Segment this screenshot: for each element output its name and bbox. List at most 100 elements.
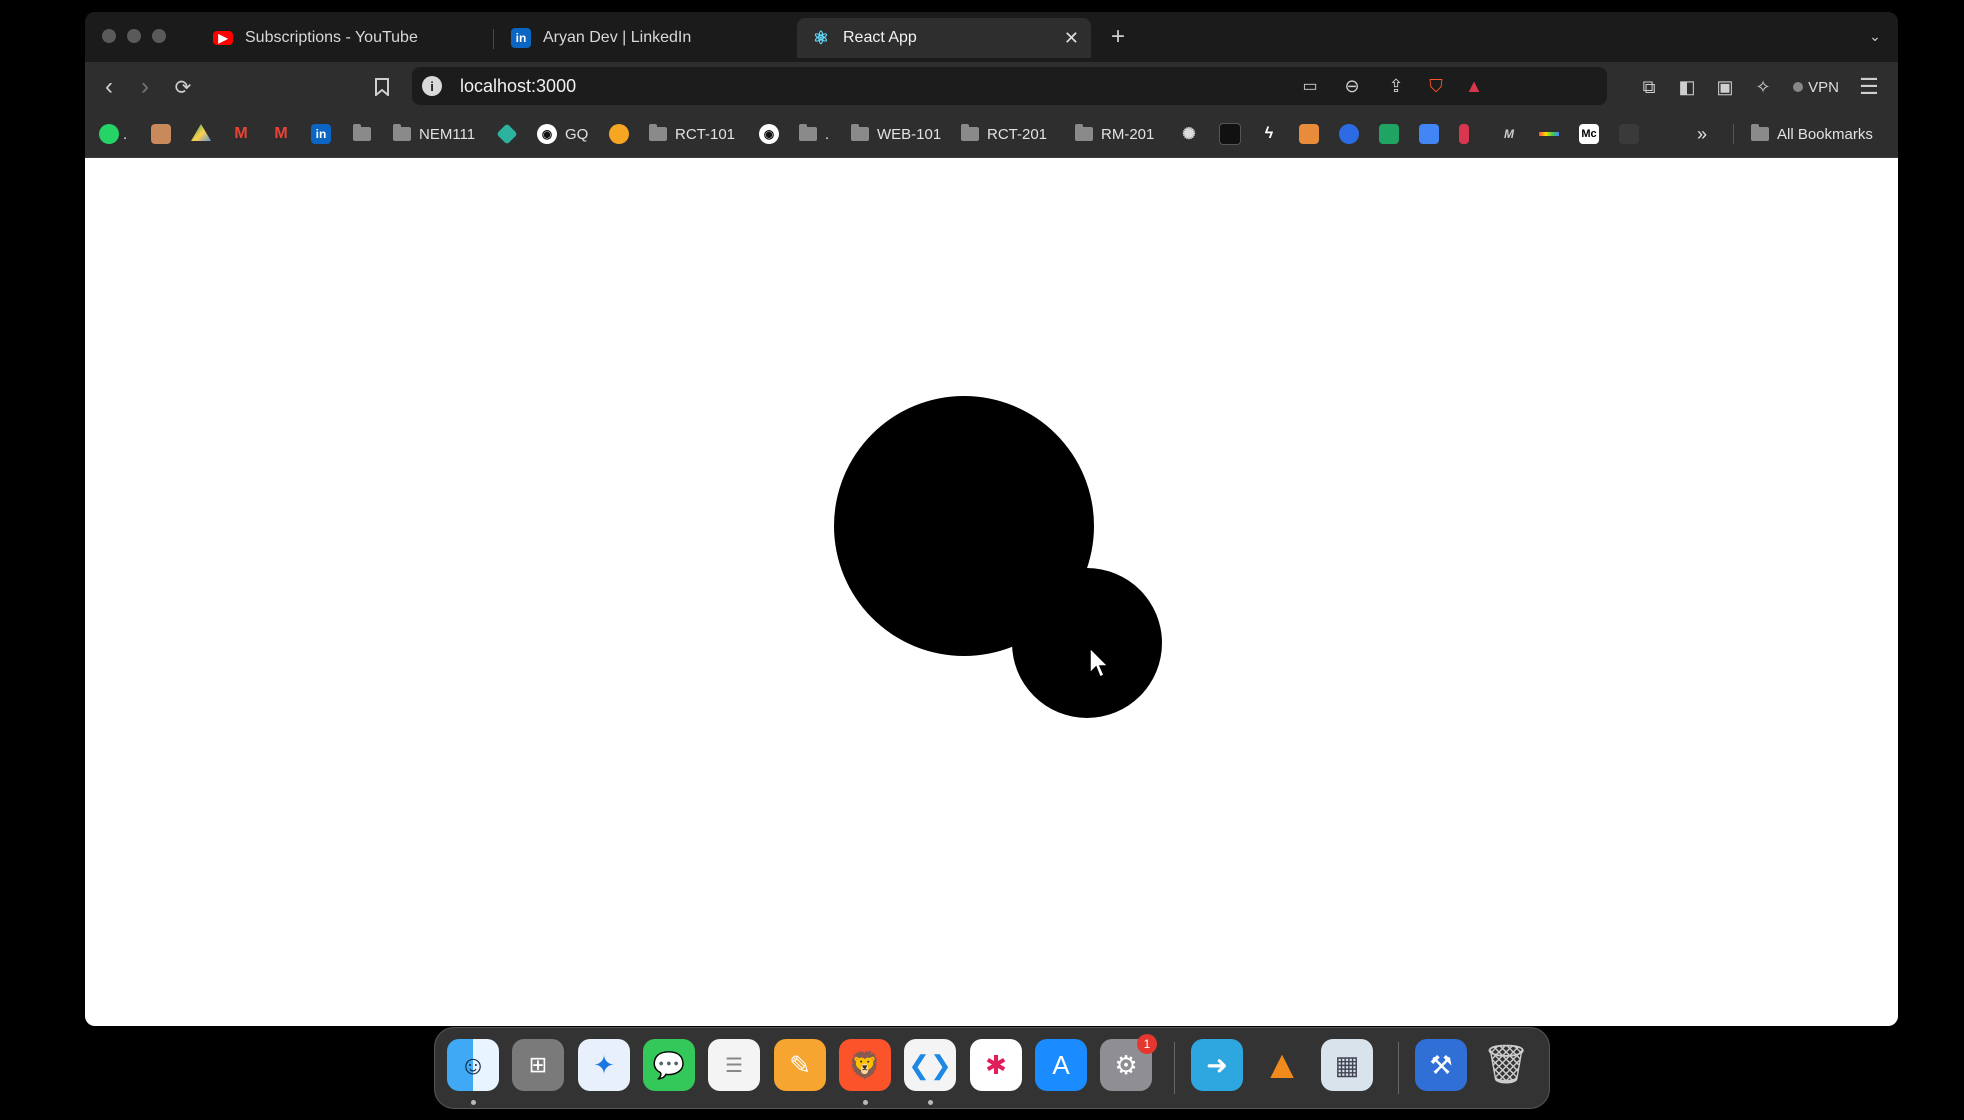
red-bookmark-icon <box>1459 124 1469 144</box>
extensions-icon[interactable]: ⧉ <box>1637 74 1661 100</box>
minimize-window-button[interactable] <box>127 29 141 43</box>
bookmark-label: . <box>825 125 830 143</box>
bookmark-folder-dot[interactable]: . <box>799 122 829 146</box>
bookmark-box[interactable] <box>1299 122 1319 146</box>
react-icon: ⚛ <box>812 27 830 48</box>
slack-icon[interactable]: ✱ <box>970 1039 1022 1091</box>
youtube-icon: ▶ <box>213 31 233 45</box>
tab-react-app[interactable]: ⚛ React App ✕ <box>797 18 1091 58</box>
bookmark-page-icon[interactable] <box>370 74 394 100</box>
sidebar-icon[interactable]: ◧ <box>1675 74 1699 100</box>
new-tab-button[interactable]: + <box>1105 23 1131 50</box>
wallet-icon[interactable]: ▣ <box>1713 74 1737 100</box>
trash-icon[interactable]: 🗑 <box>1480 1039 1532 1091</box>
share-icon[interactable]: ⇪ <box>1384 75 1408 97</box>
bookmark-blue-badge[interactable] <box>1339 122 1359 146</box>
vlc-icon[interactable]: ▲ <box>1256 1039 1308 1091</box>
bookmark-colorbar[interactable] <box>1539 122 1559 146</box>
address-bar[interactable]: i localhost:3000 ▭ ⊖ ⇪ ⛉ ▲ <box>412 67 1607 105</box>
bookmark-gmail-1[interactable]: M <box>231 122 251 146</box>
bookmark-m-italic[interactable]: M <box>1499 122 1519 146</box>
bookmark-folder[interactable] <box>353 122 379 146</box>
forward-arrow-icon[interactable]: › <box>133 73 157 100</box>
folder-icon <box>851 124 869 141</box>
folder-icon <box>649 124 667 141</box>
reload-icon[interactable]: ⟳ <box>171 74 195 100</box>
leo-ai-icon[interactable]: ✧ <box>1751 74 1775 100</box>
bookmark-label: WEB-101 <box>877 125 942 143</box>
bookmark-chatgpt[interactable]: ✺ <box>1179 122 1199 146</box>
safari-icon[interactable]: ✦ <box>578 1039 630 1091</box>
macos-dock: ☺ ⊞ ✦ 💬 ☰ ✎ 🦁 ❮❯ ✱ A ⚙ 1 ➜ ▲ ▦ ⚒ 🗑 <box>434 1027 1550 1109</box>
bookmark-terminal[interactable] <box>1219 122 1241 146</box>
vpn-button[interactable]: VPN <box>1789 74 1843 100</box>
cast-icon[interactable]: ▭ <box>1298 75 1322 97</box>
folder-icon <box>1751 124 1769 141</box>
tab-label: Subscriptions - YouTube <box>245 29 418 46</box>
vpn-status-icon <box>1793 82 1804 92</box>
bookmark-bolt[interactable]: ϟ <box>1259 122 1279 146</box>
tab-label: React App <box>843 29 917 46</box>
bookmark-folder-nem111[interactable]: NEM111 <box>393 122 475 146</box>
page-viewport <box>85 158 1898 1026</box>
notification-badge: 1 <box>1137 1034 1157 1054</box>
terminal-icon <box>1219 123 1241 145</box>
launchpad-icon[interactable]: ⊞ <box>512 1039 564 1091</box>
preview-icon[interactable]: ▦ <box>1321 1039 1373 1091</box>
brave-icon[interactable]: 🦁 <box>839 1039 891 1091</box>
cursor-follower-circle[interactable] <box>1012 568 1162 718</box>
zoom-window-button[interactable] <box>152 29 166 43</box>
transfer-icon[interactable]: ➜ <box>1191 1039 1243 1091</box>
close-tab-icon[interactable]: ✕ <box>1064 28 1079 49</box>
tab-strip: ▶ Subscriptions - YouTube in Aryan Dev |… <box>85 12 1898 62</box>
bookmark-folder-rct201[interactable]: RCT-201 <box>961 122 1047 146</box>
diamond-icon <box>496 123 518 145</box>
box-icon <box>1299 124 1319 144</box>
gmail-icon: M <box>274 125 288 142</box>
tab-youtube[interactable]: ▶ Subscriptions - YouTube <box>205 18 475 58</box>
tab-search-chevron-icon[interactable]: ⌄ <box>1865 26 1885 46</box>
bookmark-meet[interactable] <box>1379 122 1399 146</box>
whatsapp-icon <box>99 124 119 144</box>
more-bookmarks-icon[interactable]: » <box>1697 122 1707 146</box>
messages-icon[interactable]: 💬 <box>643 1039 695 1091</box>
xcode-icon[interactable]: ⚒ <box>1415 1039 1467 1091</box>
close-window-button[interactable] <box>102 29 116 43</box>
medium-icon: Mc <box>1579 124 1599 144</box>
bookmark-gmail-2[interactable]: M <box>271 122 291 146</box>
m-logo-icon: M <box>1504 127 1514 141</box>
bookmark-red[interactable] <box>1459 122 1469 146</box>
tab-linkedin[interactable]: in Aryan Dev | LinkedIn <box>503 18 763 58</box>
bookmark-folder-rct101[interactable]: RCT-101 <box>649 122 735 146</box>
bookmark-dark[interactable] <box>1619 122 1639 146</box>
vpn-label: VPN <box>1808 78 1839 96</box>
app-store-icon[interactable]: A <box>1035 1039 1087 1091</box>
bookmark-whatsapp[interactable]: . <box>99 122 127 146</box>
bookmark-folder-web101[interactable]: WEB-101 <box>851 122 941 146</box>
menu-icon[interactable]: ☰ <box>1857 74 1881 100</box>
bookmark-linkedin[interactable]: in <box>311 122 331 146</box>
bookmark-orange[interactable] <box>609 122 629 146</box>
bookmark-docs[interactable] <box>1419 122 1439 146</box>
brave-shields-icon[interactable]: ⛉ <box>1424 73 1448 99</box>
zoom-out-icon[interactable]: ⊖ <box>1340 75 1364 97</box>
bookmark-photos[interactable] <box>151 122 171 146</box>
vscode-icon[interactable]: ❮❯ <box>904 1039 956 1091</box>
bookmark-github[interactable]: ◉ <box>759 122 779 146</box>
bookmark-drive[interactable] <box>191 122 211 146</box>
all-bookmarks-folder[interactable]: All Bookmarks <box>1751 122 1873 146</box>
gmail-icon: M <box>234 125 248 142</box>
site-info-icon[interactable]: i <box>422 76 442 96</box>
reminders-icon[interactable]: ☰ <box>708 1039 760 1091</box>
bookmark-label: NEM111 <box>419 125 476 143</box>
bookmark-medium[interactable]: Mc <box>1579 122 1599 146</box>
pages-icon[interactable]: ✎ <box>774 1039 826 1091</box>
bookmark-github-gq[interactable]: ◉ GQ <box>537 122 588 146</box>
bookmark-folder-rm201[interactable]: RM-201 <box>1075 122 1154 146</box>
url-text[interactable]: localhost:3000 <box>460 76 576 97</box>
bookmark-label: GQ <box>565 125 589 143</box>
bookmark-diamond[interactable] <box>496 122 518 146</box>
brave-rewards-icon[interactable]: ▲ <box>1462 73 1486 99</box>
finder-icon[interactable]: ☺ <box>447 1039 499 1091</box>
back-arrow-icon[interactable]: ‹ <box>97 73 121 100</box>
